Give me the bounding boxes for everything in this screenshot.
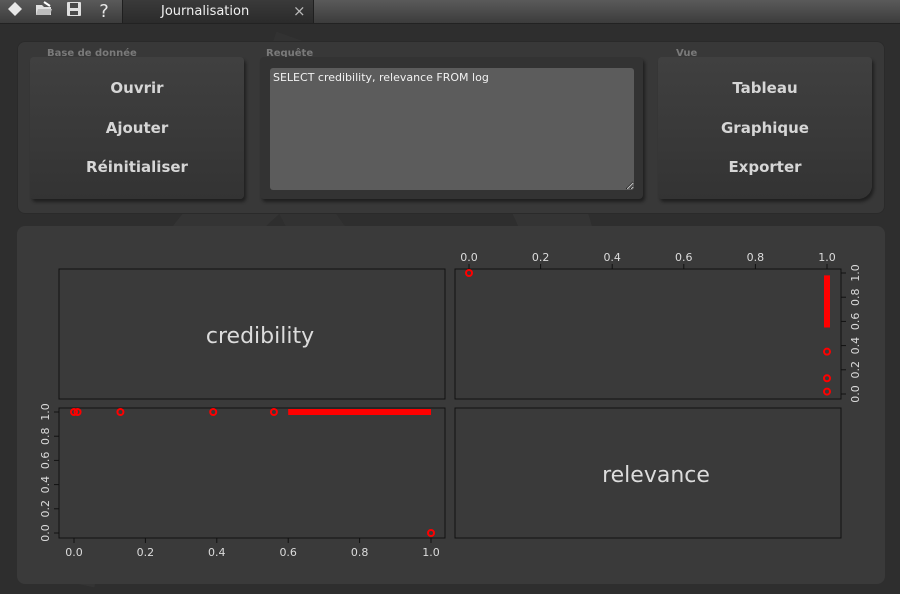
tick-label-left: 1.0: [39, 403, 52, 421]
scatter-point: [209, 408, 218, 416]
scatter-point: [823, 387, 831, 396]
tick-label-left: 0.6: [39, 452, 52, 470]
scatter-point: [823, 347, 831, 356]
scatter-point: [823, 374, 831, 383]
tick-label-left: 0.4: [39, 476, 52, 494]
tick-label-left: 0.0: [39, 524, 52, 542]
panel-bottom-left: [58, 407, 446, 539]
tick-label-top: 0.4: [603, 251, 621, 264]
tick-label-bottom: 0.0: [65, 546, 83, 559]
tick-label-bottom: 0.6: [279, 546, 297, 559]
tick-label-right: 0.4: [849, 337, 862, 355]
tick-label-right: 1.0: [849, 264, 862, 282]
tick-label-right: 0.2: [849, 361, 862, 379]
tick-label-right: 0.6: [849, 313, 862, 331]
tick-label-top: 0.2: [532, 251, 550, 264]
scatter-matrix: credibility relevance 0.0 0.0 0.0 0.0 0.2 0.2…: [39, 251, 862, 559]
panel-top-right: [454, 268, 842, 400]
scatter-point: [116, 408, 125, 416]
tick-label-top: 0.6: [675, 251, 693, 264]
tick-label-top: 0.8: [747, 251, 765, 264]
tick-label-right: 0.8: [849, 288, 862, 306]
tick-label-right: 0.0: [849, 385, 862, 403]
scatter-point: [465, 269, 473, 277]
tick-label-bottom: 0.8: [351, 546, 369, 559]
scatter-point: [427, 529, 435, 537]
variable-label-relevance: relevance: [602, 463, 710, 488]
variable-label-credibility: credibility: [206, 324, 314, 349]
tick-label-top: 0.0: [460, 251, 478, 264]
tick-label-bottom: 1.0: [422, 546, 440, 559]
scatter-point: [269, 408, 278, 416]
tick-label-left: 0.2: [39, 500, 52, 518]
tick-label-top: 1.0: [818, 251, 836, 264]
tick-label-bottom: 0.4: [208, 546, 226, 559]
tick-label-left: 0.8: [39, 427, 52, 445]
tick-label-bottom: 0.2: [137, 546, 155, 559]
